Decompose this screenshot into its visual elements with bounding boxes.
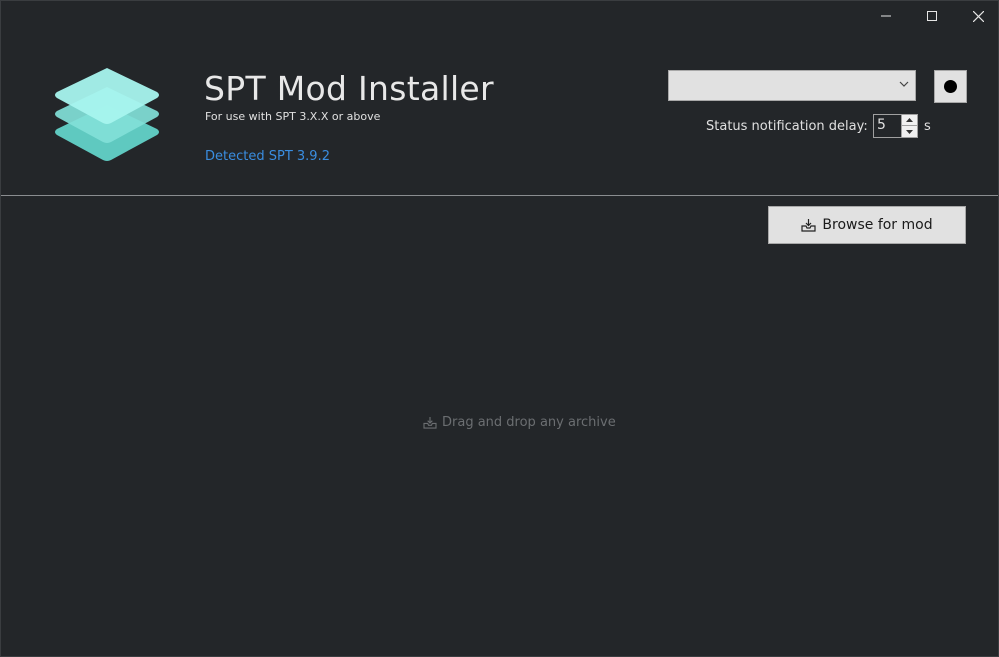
chevron-down-icon [899,81,909,87]
header-divider [1,195,998,196]
minimize-button[interactable] [863,1,909,31]
record-dot-icon [944,80,957,93]
close-button[interactable] [955,1,998,31]
maximize-button[interactable] [909,1,955,31]
spinner-arrows [901,115,917,137]
app-window: SPT Mod Installer For use with SPT 3.X.X… [0,0,999,657]
record-dot-button[interactable] [934,70,967,103]
stacked-layers-icon [55,68,159,161]
app-title: SPT Mod Installer [204,69,494,108]
caret-down-icon [906,129,913,134]
inbox-tray-icon [801,218,816,232]
browse-label: Browse for mod [822,217,933,233]
minimize-icon [881,15,891,17]
dropzone-hint-label: Drag and drop any archive [442,415,616,430]
app-subtitle: For use with SPT 3.X.X or above [205,110,381,123]
title-bar [1,1,998,31]
delay-value[interactable]: 5 [877,117,886,133]
delay-label: Status notification delay: [706,119,868,134]
profile-dropdown[interactable] [668,70,916,101]
caret-up-icon [906,118,913,122]
inbox-tray-icon [423,416,437,429]
maximize-icon [927,11,937,21]
detected-version-label: Detected SPT 3.9.2 [205,149,330,164]
delay-spinner[interactable]: 5 [873,114,918,138]
spinner-up-button[interactable] [902,115,917,126]
browse-for-mod-button[interactable]: Browse for mod [768,206,966,244]
delay-unit: s [924,119,931,134]
dropzone-hint: Drag and drop any archive [423,415,616,430]
close-icon [972,10,984,22]
spinner-down-button[interactable] [902,126,917,137]
